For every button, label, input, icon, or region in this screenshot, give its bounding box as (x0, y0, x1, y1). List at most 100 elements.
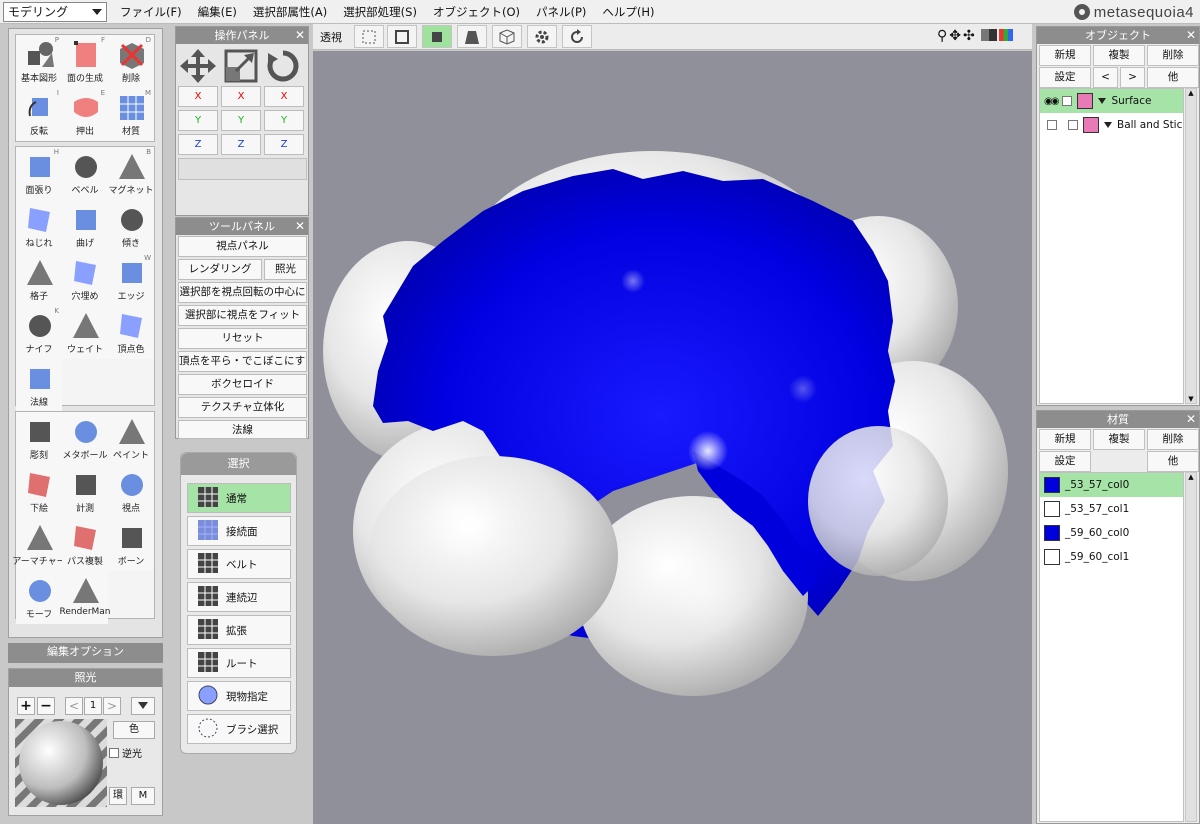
material-other-button[interactable]: 他 (1147, 451, 1199, 472)
cmd-underlay[interactable]: 下絵 (16, 465, 62, 518)
layout-icon[interactable] (980, 29, 997, 41)
cmd-armature[interactable]: アーマチャー (12, 518, 66, 571)
object-delete-button[interactable]: 削除 (1147, 45, 1199, 66)
cmd-edge[interactable]: エッジ W (108, 253, 154, 306)
material-row[interactable]: _59_60_col1 (1040, 545, 1183, 569)
scale-z-button[interactable]: Z (221, 134, 261, 155)
object-duplicate-button[interactable]: 複製 (1093, 45, 1145, 66)
cmd-face-paste[interactable]: 面張り H (16, 147, 62, 200)
scale-icon[interactable] (224, 49, 258, 83)
select-edge-loop-button[interactable]: 連続辺 (187, 582, 291, 612)
cmd-bend[interactable]: 曲げ (62, 200, 108, 253)
cmd-delete[interactable]: 削除 D (108, 35, 154, 88)
lock-checkbox[interactable] (1062, 96, 1073, 106)
menu-edit[interactable]: 編集(E) (190, 0, 245, 24)
material-settings-button[interactable]: 設定 (1039, 451, 1091, 472)
zoom-search-icon[interactable]: ⚲ (937, 29, 947, 43)
cmd-twist[interactable]: ねじれ (16, 200, 62, 253)
wire-frame-icon[interactable] (354, 25, 384, 48)
light-m-button[interactable]: M (131, 787, 155, 805)
object-new-button[interactable]: 新規 (1039, 45, 1091, 66)
backlight-toggle[interactable]: 逆光 (109, 745, 142, 760)
material-delete-button[interactable]: 削除 (1147, 429, 1199, 450)
visibility-checkbox[interactable] (1047, 120, 1057, 130)
cmd-measure[interactable]: 計測 (62, 465, 108, 518)
select-belt-button[interactable]: ベルト (187, 549, 291, 579)
material-color-swatch[interactable] (1044, 501, 1060, 517)
select-route-button[interactable]: ルート (187, 648, 291, 678)
move-y-button[interactable]: Y (178, 110, 218, 131)
cube-icon[interactable] (492, 25, 522, 48)
cmd-paint[interactable]: ペイント (108, 412, 154, 465)
operation-value-field[interactable] (178, 158, 307, 180)
scale-y-button[interactable]: Y (221, 110, 261, 131)
move-icon[interactable] (180, 49, 216, 83)
texture-3d-button[interactable]: テクスチャ立体化 (178, 397, 307, 418)
menu-object[interactable]: オブジェクト(O) (425, 0, 528, 24)
backlight-checkbox[interactable] (109, 747, 119, 758)
normals-button[interactable]: 法線 (178, 420, 307, 439)
next-light-icon[interactable]: > (103, 697, 121, 715)
cmd-fill-hole[interactable]: 穴埋め (62, 253, 108, 306)
scroll-down-icon[interactable]: ▼ (1186, 395, 1196, 403)
object-row[interactable]: ◉◉ Surface (1040, 89, 1183, 113)
remove-light-icon[interactable]: − (37, 697, 55, 715)
cmd-bone[interactable]: ボーン (108, 518, 154, 571)
color-mode-icon[interactable] (998, 29, 1013, 41)
solid-face-icon[interactable] (422, 25, 452, 48)
voxeloid-button[interactable]: ボクセロイド (178, 374, 307, 395)
reset-button[interactable]: リセット (178, 328, 307, 349)
rotate-z-button[interactable]: Z (264, 134, 304, 155)
select-brush-button[interactable]: ブラシ選択 (187, 714, 291, 744)
fit-to-selection-button[interactable]: 選択部に視点をフィット (178, 305, 307, 326)
lock-checkbox[interactable] (1068, 120, 1078, 130)
cmd-normal[interactable]: 法線 (16, 359, 62, 412)
cmd-morph[interactable]: モーフ (16, 571, 62, 624)
cmd-metaball[interactable]: メタボール (62, 412, 108, 465)
cmd-tilt[interactable]: 傾き (108, 200, 154, 253)
rotate-y-button[interactable]: Y (264, 110, 304, 131)
pan-move-icon[interactable]: ✥ (949, 29, 961, 43)
scale-x-button[interactable]: X (221, 86, 261, 107)
light-sphere-preview[interactable] (15, 719, 107, 807)
material-row[interactable]: _53_57_col0 (1040, 473, 1183, 497)
move-z-button[interactable]: Z (178, 134, 218, 155)
material-row[interactable]: _59_60_col0 (1040, 521, 1183, 545)
menu-file[interactable]: ファイル(F) (112, 0, 190, 24)
cmd-face-create[interactable]: 面の生成 F (62, 35, 108, 88)
material-list-scrollbar[interactable]: ▲ (1185, 472, 1197, 822)
select-connected-button[interactable]: 接続面 (187, 516, 291, 546)
rotate-x-button[interactable]: X (264, 86, 304, 107)
menu-selection-process[interactable]: 選択部処理(S) (335, 0, 425, 24)
face-outline-icon[interactable] (387, 25, 417, 48)
object-row[interactable]: Ball and Stick (1040, 113, 1183, 137)
material-color-swatch[interactable] (1044, 549, 1060, 565)
cmd-vertex-color[interactable]: 頂点色 (108, 306, 154, 359)
object-color-swatch[interactable] (1083, 117, 1099, 133)
material-duplicate-button[interactable]: 複製 (1093, 429, 1145, 450)
cmd-flip[interactable]: 反転 I (16, 88, 62, 141)
material-color-swatch[interactable] (1044, 525, 1060, 541)
mode-select[interactable]: モデリング (3, 2, 107, 22)
gear-icon[interactable] (527, 25, 557, 48)
light-color-button[interactable]: 色 (113, 721, 155, 739)
menu-panel[interactable]: パネル(P) (528, 0, 594, 24)
light-menu-icon[interactable] (131, 697, 155, 715)
cmd-knife[interactable]: ナイフ K (16, 306, 62, 359)
scroll-up-icon[interactable]: ▲ (1186, 89, 1196, 97)
add-light-icon[interactable]: + (17, 697, 35, 715)
select-expand-button[interactable]: 拡張 (187, 615, 291, 645)
cmd-extrude[interactable]: 押出 E (62, 88, 108, 141)
object-other-button[interactable]: 他 (1147, 67, 1199, 88)
material-row[interactable]: _53_57_col1 (1040, 497, 1183, 521)
cmd-sculpt[interactable]: 彫刻 (16, 412, 62, 465)
menu-help[interactable]: ヘルプ(H) (594, 0, 662, 24)
object-color-swatch[interactable] (1077, 93, 1094, 109)
material-new-button[interactable]: 新規 (1039, 429, 1091, 450)
rendering-button[interactable]: レンダリング (178, 259, 262, 280)
scroll-up-icon[interactable]: ▲ (1186, 473, 1196, 481)
refresh-icon[interactable] (562, 25, 592, 48)
object-next-button[interactable]: > (1120, 67, 1145, 88)
viewpoint-panel-button[interactable]: 視点パネル (178, 236, 307, 257)
shaded-icon[interactable] (457, 25, 487, 48)
